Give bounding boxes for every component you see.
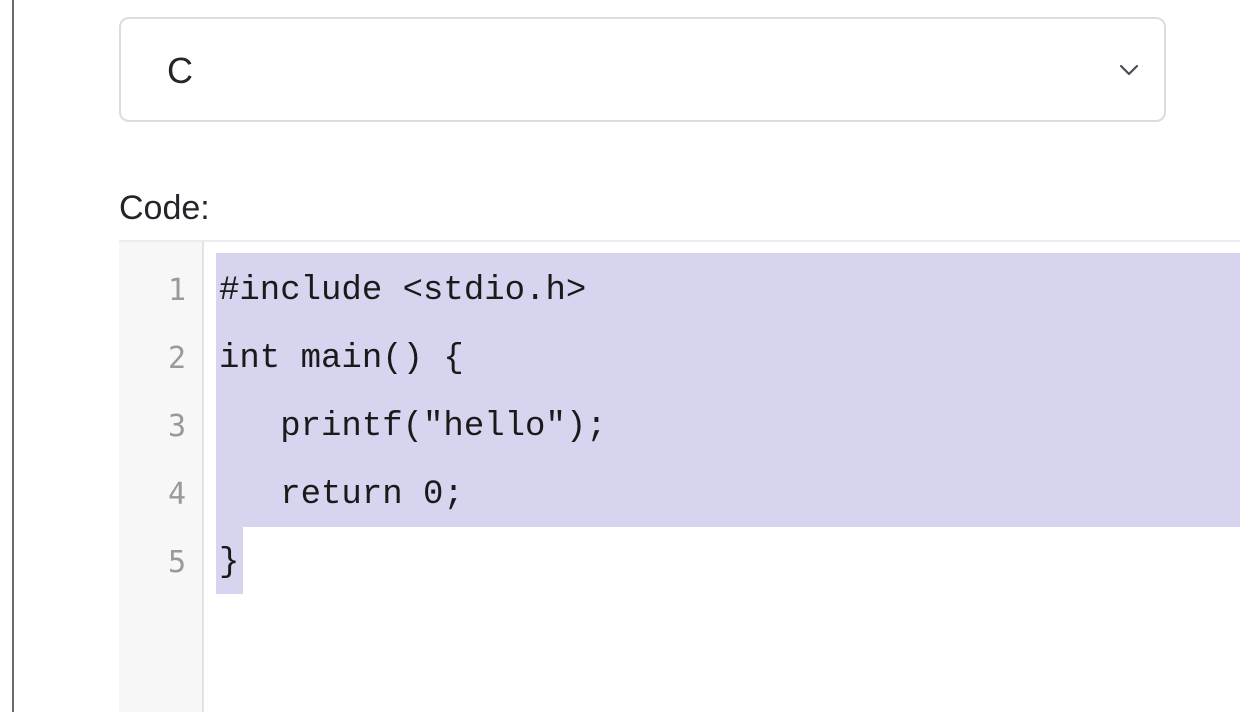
code-line: int main() { xyxy=(219,340,464,378)
code-line: printf("hello"); xyxy=(219,408,607,446)
line-number: 2 xyxy=(167,341,186,376)
line-number: 5 xyxy=(167,545,186,580)
line-number-gutter: 1 2 3 4 5 xyxy=(119,242,204,712)
language-select[interactable]: C xyxy=(119,17,1166,122)
code-line: return 0; xyxy=(219,476,464,514)
language-select-value: C xyxy=(167,50,193,91)
code-line: #include <stdio.h> xyxy=(219,272,587,310)
code-text-area[interactable]: #include <stdio.h> int main() { printf("… xyxy=(216,242,1240,712)
code-editor[interactable]: 1 2 3 4 5 #include <stdio.h> int main() … xyxy=(119,240,1240,712)
code-line: } xyxy=(219,544,240,582)
line-number: 1 xyxy=(167,273,186,308)
left-frame-border xyxy=(12,0,14,712)
line-number: 3 xyxy=(167,409,186,444)
chevron-down-icon xyxy=(1119,64,1139,76)
line-number: 4 xyxy=(167,477,186,512)
code-label: Code: xyxy=(119,189,210,227)
